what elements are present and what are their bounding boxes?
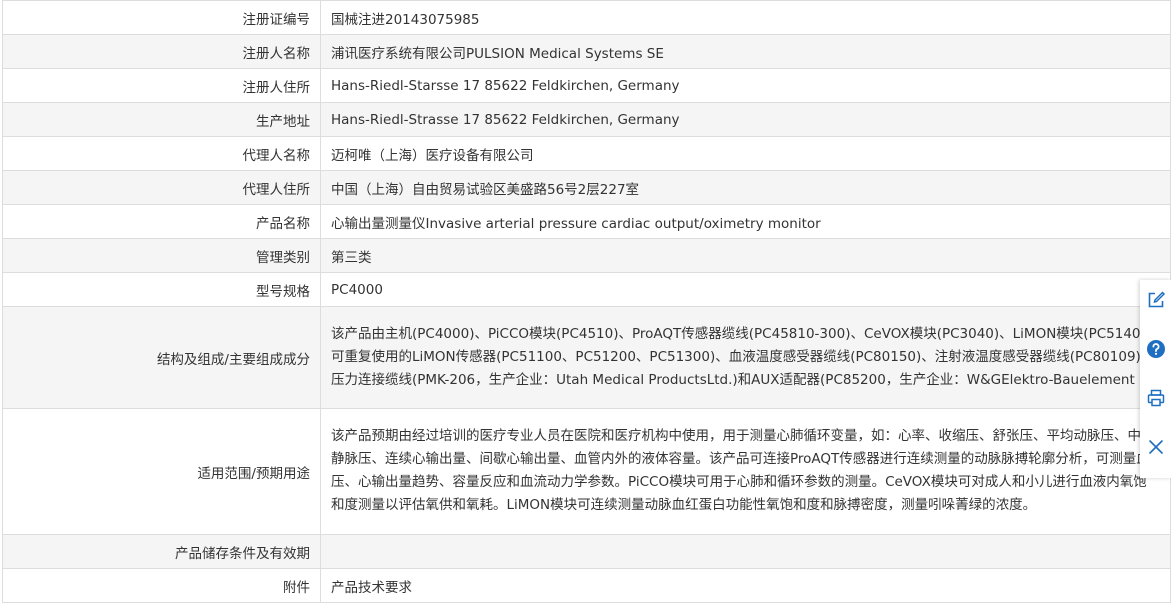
table-row: 代理人名称 迈柯唯（上海）医疗设备有限公司 — [2, 136, 1171, 171]
row-value: 中国（上海）自由贸易试验区美盛路56号2层227室 — [320, 170, 1171, 205]
row-label: 注册人名称 — [2, 34, 321, 69]
row-value: 迈柯唯（上海）医疗设备有限公司 — [320, 136, 1171, 171]
table-row: 管理类别 第三类 — [2, 238, 1171, 273]
table-row: 注册证编号 国械注进20143075985 — [2, 0, 1171, 35]
row-label: 生产地址 — [2, 102, 321, 137]
row-value: 浦讯医疗系统有限公司PULSION Medical Systems SE — [320, 34, 1171, 69]
table-row: 结构及组成/主要组成成分 该产品由主机(PC4000)、PiCCO模块(PC45… — [2, 306, 1171, 409]
table-row: 产品名称 心输出量测量仪Invasive arterial pressure c… — [2, 204, 1171, 239]
help-icon[interactable] — [1146, 339, 1166, 359]
print-icon[interactable] — [1146, 388, 1166, 408]
row-label: 注册证编号 — [2, 0, 321, 35]
row-label: 适用范围/预期用途 — [2, 408, 321, 535]
table-row: 型号规格 PC4000 — [2, 272, 1171, 307]
registration-detail-table: 注册证编号 国械注进20143075985 注册人名称 浦讯医疗系统有限公司PU… — [2, 0, 1171, 603]
row-value: Hans-Riedl-Starsse 17 85622 Feldkirchen,… — [320, 68, 1171, 103]
table-row: 适用范围/预期用途 该产品预期由经过培训的医疗专业人员在医院和医疗机构中使用，用… — [2, 408, 1171, 535]
row-value: 该产品由主机(PC4000)、PiCCO模块(PC4510)、ProAQT传感器… — [320, 306, 1171, 409]
row-label: 注册人住所 — [2, 68, 321, 103]
row-value: Hans-Riedl-Strasse 17 85622 Feldkirchen,… — [320, 102, 1171, 137]
table-row: 附件 产品技术要求 — [2, 568, 1171, 603]
row-label: 代理人名称 — [2, 136, 321, 171]
row-value: 第三类 — [320, 238, 1171, 273]
row-label: 产品储存条件及有效期 — [2, 534, 321, 569]
row-value: 心输出量测量仪Invasive arterial pressure cardia… — [320, 204, 1171, 239]
edit-icon[interactable] — [1146, 290, 1166, 310]
row-value — [320, 534, 1171, 569]
row-label: 代理人住所 — [2, 170, 321, 205]
row-value: 产品技术要求 — [320, 568, 1171, 603]
table-row: 生产地址 Hans-Riedl-Strasse 17 85622 Feldkir… — [2, 102, 1171, 137]
table-row: 产品储存条件及有效期 — [2, 534, 1171, 569]
table-row: 代理人住所 中国（上海）自由贸易试验区美盛路56号2层227室 — [2, 170, 1171, 205]
floating-toolbar — [1140, 280, 1171, 478]
row-value: PC4000 — [320, 272, 1171, 307]
table-row: 注册人住所 Hans-Riedl-Starsse 17 85622 Feldki… — [2, 68, 1171, 103]
row-label: 产品名称 — [2, 204, 321, 239]
close-icon[interactable] — [1146, 437, 1166, 457]
row-label: 结构及组成/主要组成成分 — [2, 306, 321, 409]
row-label: 管理类别 — [2, 238, 321, 273]
row-label: 型号规格 — [2, 272, 321, 307]
row-value: 该产品预期由经过培训的医疗专业人员在医院和医疗机构中使用，用于测量心肺循环变量，… — [320, 408, 1171, 535]
row-value: 国械注进20143075985 — [320, 0, 1171, 35]
table-row: 注册人名称 浦讯医疗系统有限公司PULSION Medical Systems … — [2, 34, 1171, 69]
row-label: 附件 — [2, 568, 321, 603]
